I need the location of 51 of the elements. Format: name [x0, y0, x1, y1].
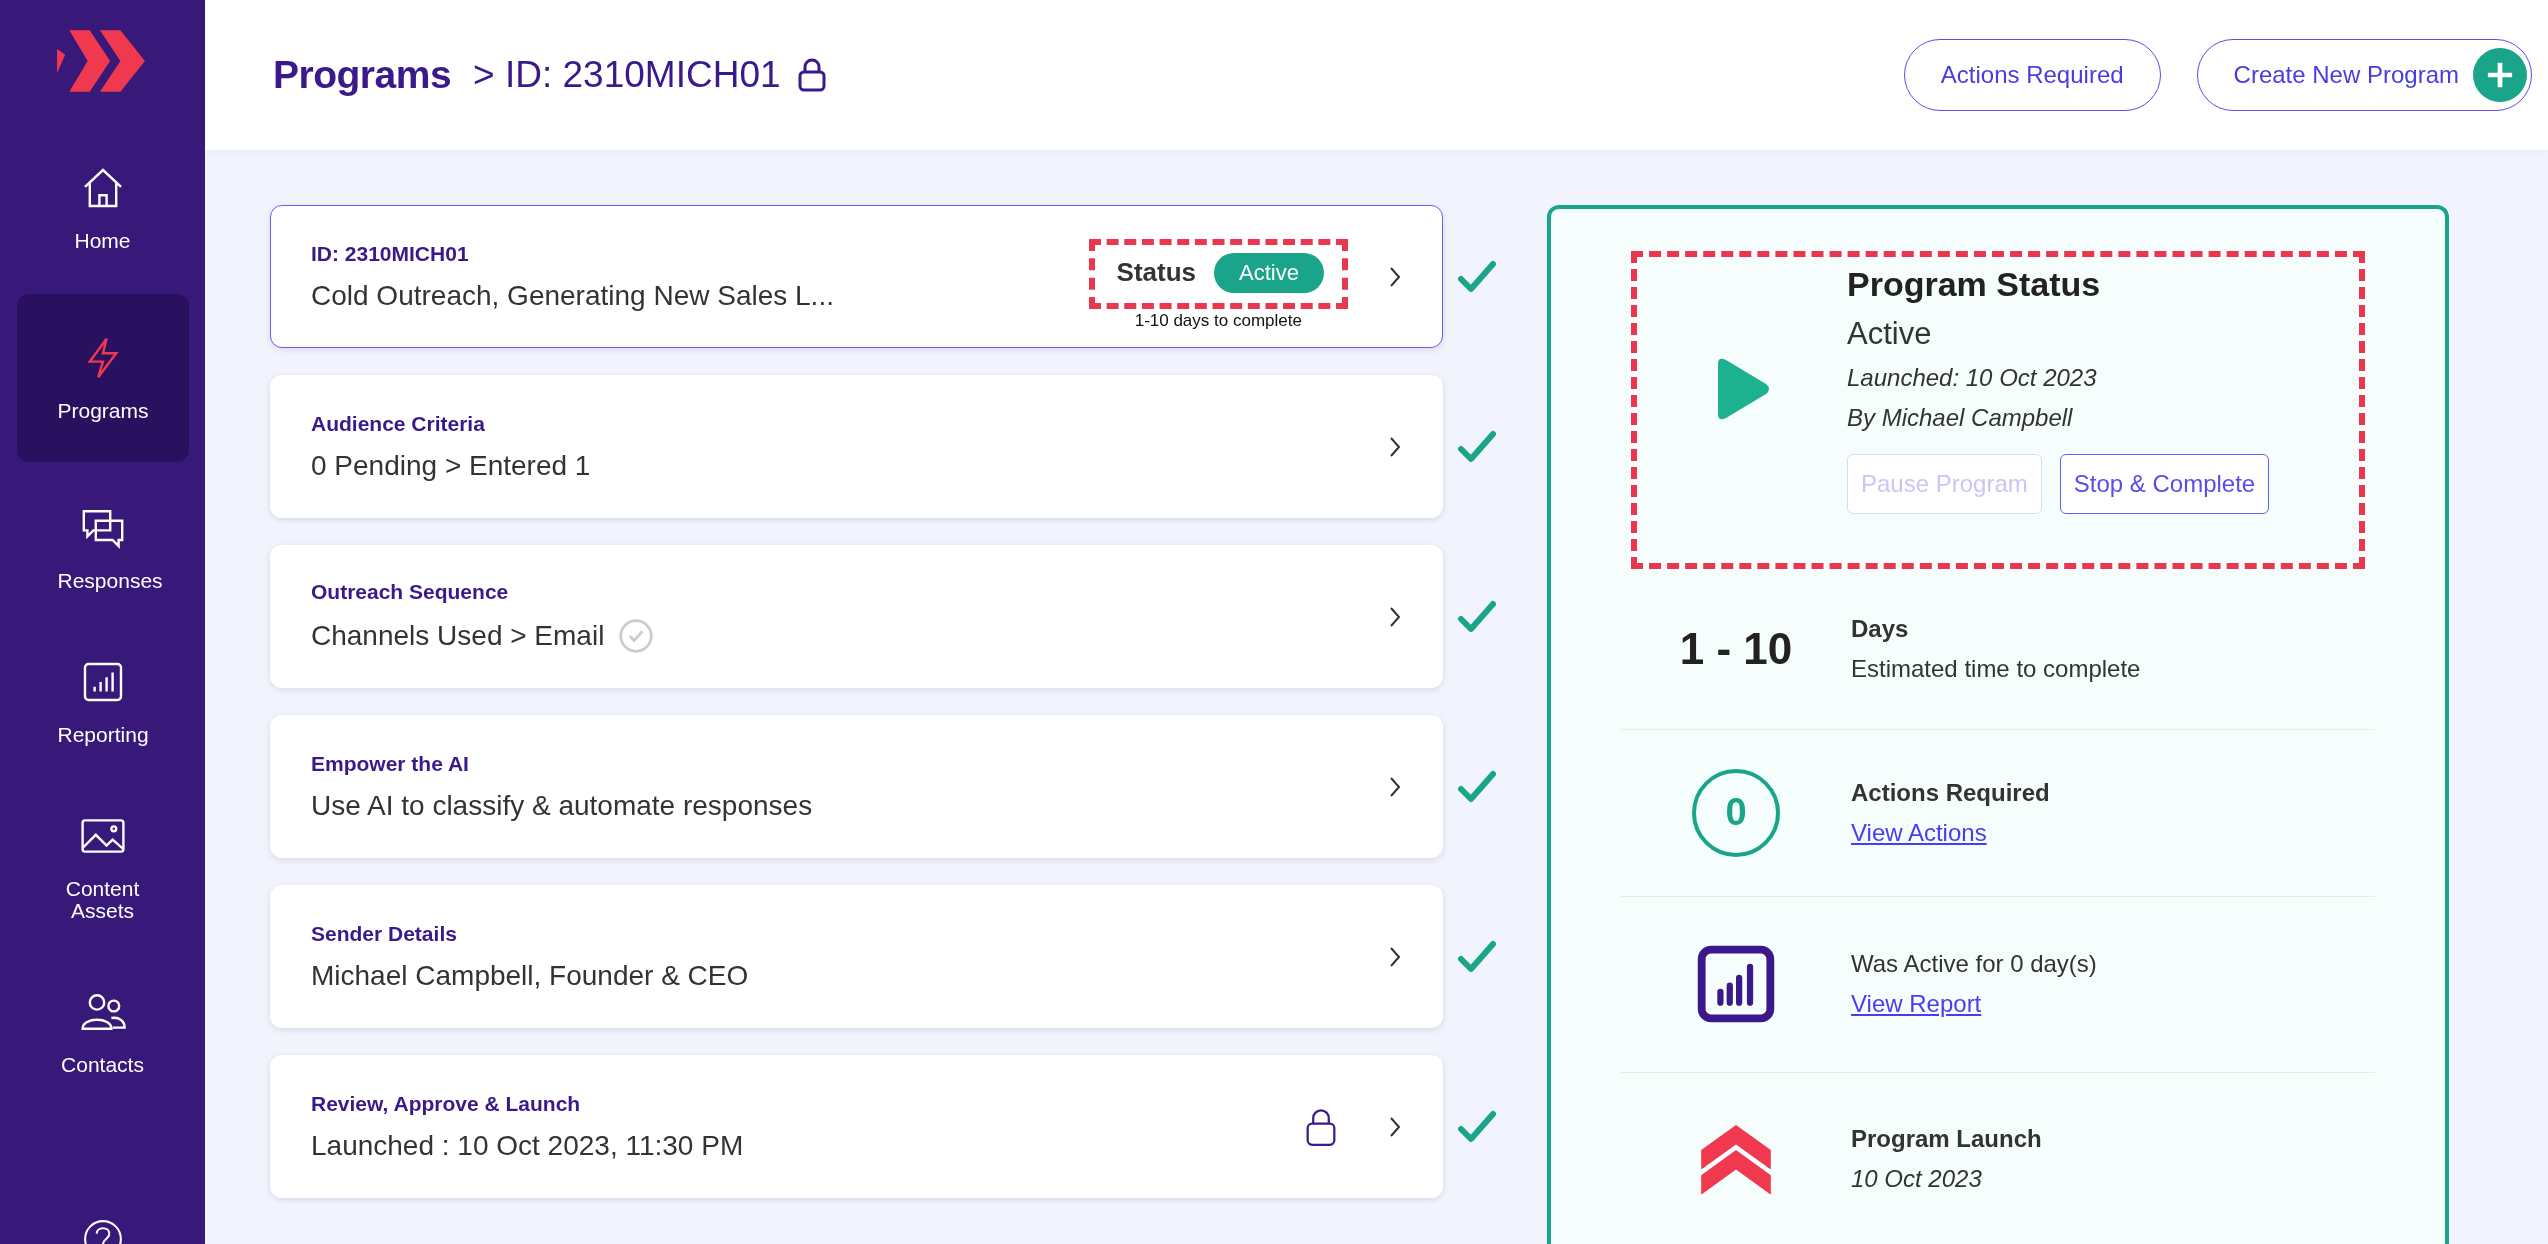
step-card[interactable]: ID: 2310MICH01 Cold Outreach, Generating New Sales L... Status Active 1-10 days to complete: [270, 205, 1443, 348]
step-card[interactable]: Audience Criteria 0 Pending > Entered 1: [270, 375, 1443, 518]
bar-chart-icon: [1697, 945, 1775, 1023]
header-button[interactable]: Actions Required: [1903, 39, 2161, 111]
step-title: Audience Criteria: [311, 411, 486, 436]
section-link[interactable]: View Report: [1851, 990, 2097, 1018]
program-button[interactable]: Stop & Complete: [2059, 453, 2270, 514]
section-link[interactable]: View Actions: [1851, 818, 2050, 847]
step-summary: Channels Used > Email: [311, 619, 605, 652]
step-card[interactable]: Empower the AI Use AI to classify & automate responses: [270, 715, 1443, 858]
launch-date: Launched: 10 Oct 2023: [1847, 363, 2098, 392]
step-card[interactable]: Sender Details Michael Campbell, Founder & CEO: [270, 885, 1443, 1028]
section-text: Estimated time to complete: [1851, 654, 2141, 683]
sidebar-item[interactable]: Home: [16, 140, 189, 277]
actions-count: 0: [1692, 768, 1780, 857]
sidebar-item[interactable]: Content Assets: [16, 788, 189, 947]
step-title: Sender Details: [311, 921, 458, 946]
launched-by: By Michael Campbell: [1847, 403, 2074, 432]
sidebar-item[interactable]: Responses: [16, 480, 189, 617]
step-summary: Michael Campbell, Founder & CEO: [311, 959, 749, 992]
section-title: Days: [1851, 614, 1910, 643]
step-title: Review, Approve & Launch: [311, 1091, 582, 1116]
days-range: 1 - 10: [1679, 623, 1793, 674]
step-summary: Use AI to classify & automate responses: [311, 789, 813, 822]
header-button[interactable]: Create New Program: [2196, 39, 2532, 111]
step-summary: 0 Pending > Entered 1: [311, 449, 591, 482]
plus-icon: [2473, 48, 2527, 102]
breadcrumb: > ID: 2310MICH01: [473, 54, 781, 96]
status-badge: Active: [1214, 252, 1324, 293]
padlock-icon: [796, 56, 827, 94]
sidebar-item[interactable]: Reporting: [16, 634, 189, 771]
step-title: ID: 2310MICH01: [311, 241, 470, 266]
section-text: Was Active for 0 day(s): [1851, 950, 2097, 978]
step-card[interactable]: Outreach Sequence Channels Used > Email: [270, 545, 1443, 688]
circled-check-icon: [618, 617, 655, 654]
section-title: Actions Required: [1851, 778, 2050, 807]
step-card[interactable]: Review, Approve & Launch Launched : 10 Oct 2023, 11:30 PM: [270, 1055, 1443, 1198]
sidebar-item[interactable]: Programs: [16, 294, 189, 463]
step-title: Empower the AI: [311, 751, 470, 776]
page-title: Programs: [273, 53, 452, 97]
padlock-icon: [1304, 1106, 1338, 1147]
duration-note: 1-10 days to complete: [1134, 310, 1302, 331]
section-title: Program Launch: [1851, 1124, 2042, 1153]
step-title: Outreach Sequence: [311, 579, 510, 604]
section-title: Program Status: [1847, 264, 2102, 304]
step-summary: Cold Outreach, Generating New Sales L...: [311, 279, 834, 312]
step-summary: Launched : 10 Oct 2023, 11:30 PM: [311, 1129, 744, 1162]
program-state: Active: [1847, 315, 1933, 352]
status-label: Status: [1116, 257, 1197, 288]
launch-date: 10 Oct 2023: [1851, 1164, 1983, 1193]
sidebar-item[interactable]: Contacts: [16, 964, 189, 1101]
